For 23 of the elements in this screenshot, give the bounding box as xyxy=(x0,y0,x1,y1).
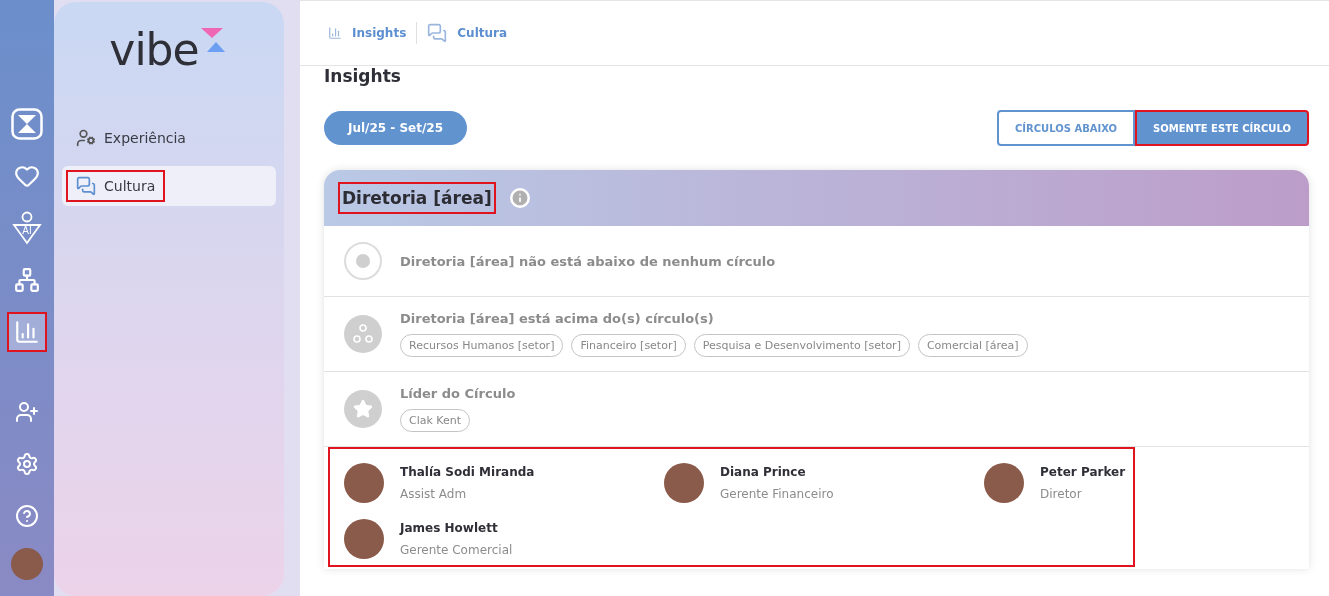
member-name: Thalía Sodi Miranda xyxy=(400,465,535,479)
member-name: James Howlett xyxy=(400,521,499,535)
row-text: Diretoria [área] está acima do(s) círculo(s) xyxy=(400,311,715,326)
sidebar-item[interactable]: Cultura xyxy=(62,166,276,206)
breadcrumb-link[interactable]: Cultura xyxy=(427,23,508,43)
breadcrumb-link[interactable]: Insights xyxy=(328,26,407,40)
member-name: Peter Parker xyxy=(1040,465,1126,479)
member-role: Assist Adm xyxy=(400,487,468,501)
scope-toggle-button[interactable]: CÍRCULOS ABAIXO xyxy=(997,110,1136,146)
page-title: Insights xyxy=(324,66,401,86)
member-role: Diretor xyxy=(1040,487,1083,501)
row-text: Diretoria [área] não está abaixo de nenhum círculo xyxy=(400,253,776,269)
nav-button[interactable]: AI xyxy=(7,208,47,248)
card-title: Diretoria [área] xyxy=(340,184,494,212)
sidebar-item[interactable]: Experiência xyxy=(62,118,276,158)
member-role: Gerente Financeiro xyxy=(720,487,834,501)
logo-text: vibe xyxy=(109,28,199,72)
ai-label: AI xyxy=(21,226,33,236)
member-role: Gerente Comercial xyxy=(400,543,513,557)
period-button[interactable]: Jul/25 - Set/25 xyxy=(324,111,467,145)
scope-toggle-button[interactable]: SOMENTE ESTE CÍRCULO xyxy=(1135,110,1309,146)
member-name: Diana Prince xyxy=(720,465,807,479)
row-text: Líder do Círculo xyxy=(400,386,516,401)
